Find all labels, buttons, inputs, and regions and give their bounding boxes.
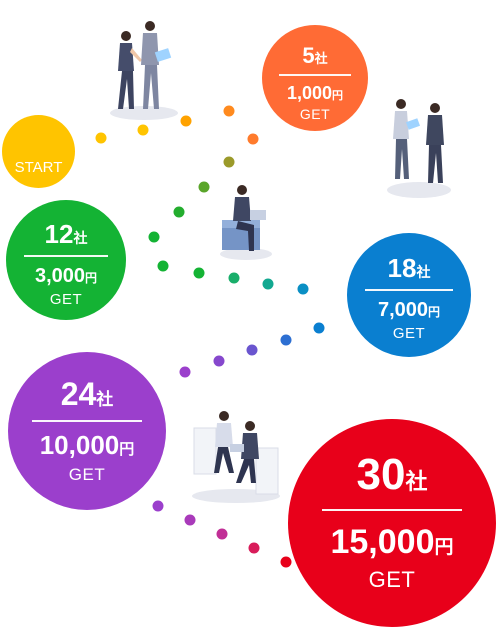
path-dot <box>297 283 309 295</box>
meeting-sofa-people-illustration <box>192 411 280 503</box>
path-dot <box>198 181 210 193</box>
path-dot <box>247 133 259 145</box>
path-dot <box>246 344 258 356</box>
path-dot <box>262 278 274 290</box>
milestone-5-companies: 5社 1,000円 GET <box>262 25 368 131</box>
milestone-roadmap: START 5社 1,000円 GET 12社 3,000円 GET 18社 7… <box>0 0 500 632</box>
milestone-amount: 7,000円 <box>377 298 441 321</box>
milestone-get-label: GET <box>392 324 426 342</box>
path-dot <box>213 355 225 367</box>
path-dot <box>228 272 240 284</box>
path-dot <box>95 132 107 144</box>
path-dot <box>152 500 164 512</box>
path-dot <box>216 528 228 540</box>
start-circle: START <box>2 115 75 188</box>
milestone-12-companies: 12社 3,000円 GET <box>6 200 126 320</box>
milestone-divider <box>32 420 142 422</box>
path-dot <box>184 514 196 526</box>
milestone-get-label: GET <box>49 290 83 308</box>
milestone-divider <box>365 289 453 291</box>
path-dot <box>313 322 325 334</box>
milestone-divider <box>279 74 351 76</box>
path-dot <box>280 334 292 346</box>
milestone-divider <box>24 255 108 257</box>
path-dot <box>223 105 235 117</box>
milestone-divider <box>322 509 462 511</box>
path-dot <box>193 267 205 279</box>
path-dot <box>248 542 260 554</box>
path-dot <box>157 260 169 272</box>
milestone-18-companies: 18社 7,000円 GET <box>347 233 471 357</box>
milestone-count: 12社 <box>44 219 88 249</box>
milestone-amount: 3,000円 <box>34 264 98 287</box>
path-dot <box>137 124 149 136</box>
milestone-amount: 1,000円 <box>286 82 344 103</box>
start-label: START <box>14 159 63 176</box>
handshake-business-people-illustration <box>387 99 451 198</box>
milestone-count: 5社 <box>302 43 328 68</box>
milestone-amount: 10,000円 <box>39 430 135 460</box>
path-dot <box>223 156 235 168</box>
path-dot <box>148 231 160 243</box>
milestone-count: 18社 <box>387 253 431 283</box>
milestone-get-label: GET <box>368 567 416 592</box>
milestone-count: 24社 <box>60 376 114 412</box>
path-dot <box>173 206 185 218</box>
walking-business-people-illustration <box>110 21 178 120</box>
milestone-30-companies: 30社 15,000円 GET <box>288 419 496 627</box>
milestone-24-companies: 24社 10,000円 GET <box>8 352 166 510</box>
milestone-amount: 15,000円 <box>330 523 454 561</box>
person-laptop-sofa-illustration <box>220 185 272 260</box>
path-dot <box>179 366 191 378</box>
milestone-get-label: GET <box>68 465 106 484</box>
milestone-get-label: GET <box>299 105 331 122</box>
milestone-count: 30社 <box>356 450 428 499</box>
path-dot <box>180 115 192 127</box>
